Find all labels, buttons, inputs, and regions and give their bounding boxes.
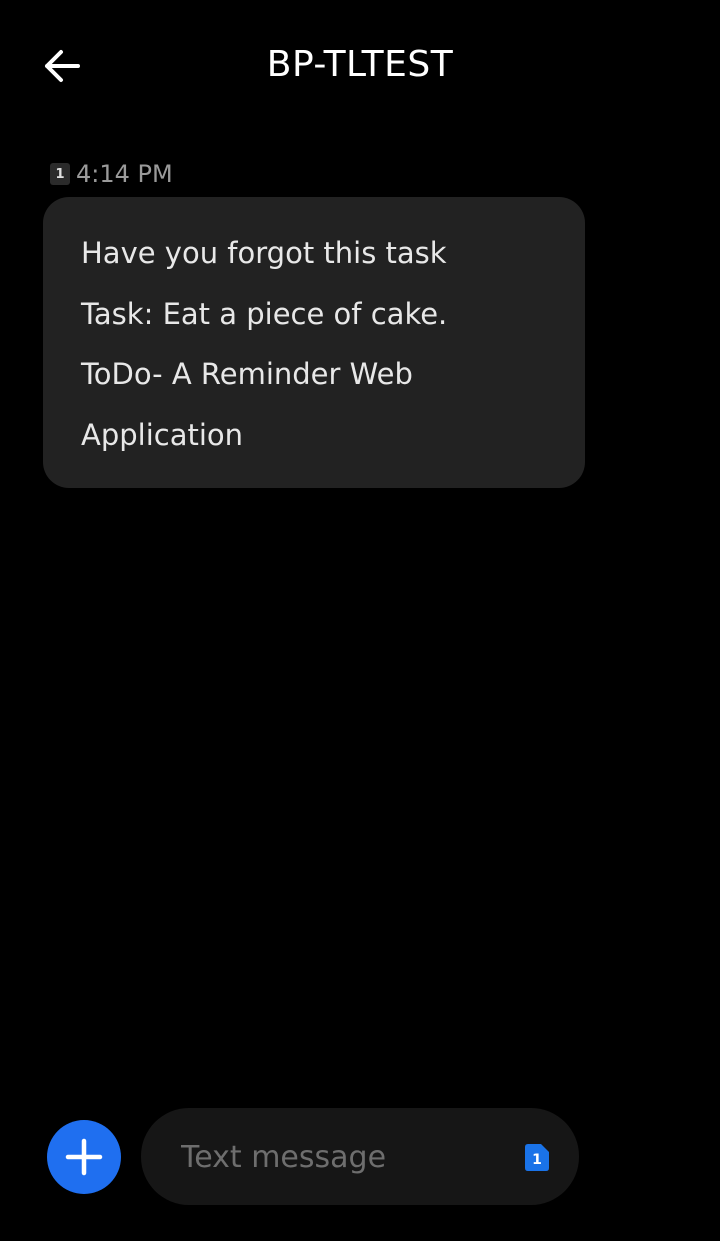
message-line: ToDo- A Reminder Web — [81, 357, 413, 391]
conversation-screen: BP-TLTEST 1 4:14 PM Have you forgot this… — [0, 0, 720, 1241]
app-header: BP-TLTEST — [0, 0, 720, 130]
add-attachment-button[interactable] — [47, 1120, 121, 1194]
message-input-container: 1 — [141, 1108, 579, 1207]
message-line: Have you forgot this task — [81, 236, 447, 270]
sim-card-icon[interactable]: 1 — [525, 1144, 549, 1171]
conversation-title: BP-TLTEST — [266, 44, 454, 85]
message-bubble[interactable]: Have you forgot this task Task: Eat a pi… — [43, 197, 585, 488]
message-line: Task: Eat a piece of cake. — [81, 296, 448, 331]
message-composer: 1 — [0, 1100, 720, 1220]
message-meta: 1 4:14 PM — [50, 160, 173, 188]
plus-icon — [65, 1138, 103, 1176]
message-line: Application — [81, 417, 244, 452]
message-time: 4:14 PM — [76, 160, 173, 188]
message-input[interactable] — [179, 1108, 503, 1207]
sim-card-label: 1 — [532, 1152, 542, 1168]
sim-badge: 1 — [50, 163, 70, 185]
